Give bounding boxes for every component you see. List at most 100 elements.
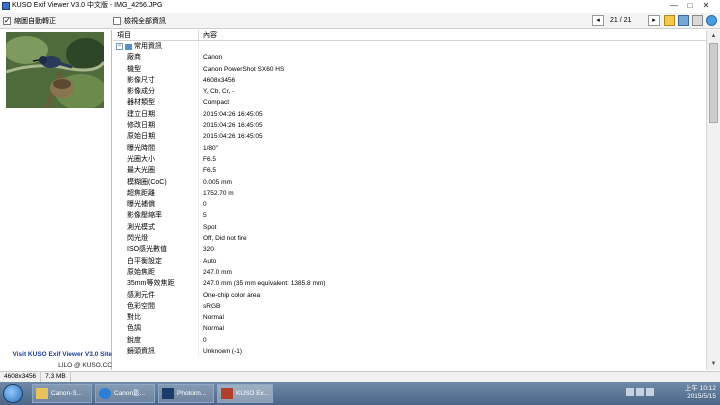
show-all-info-checkbox[interactable]: 檢視全部資訊 — [113, 16, 166, 26]
taskbar-item-kuso[interactable]: KUSO Ex... — [217, 384, 273, 403]
previous-image-button[interactable]: ◂ — [592, 15, 604, 26]
table-row[interactable]: 最大光圈 F6.5 — [113, 165, 706, 177]
row-item-label: 超焦距離 — [113, 187, 199, 200]
row-item-label: 最大光圈 — [113, 165, 199, 177]
exif-table: 項目 內容 − 常用資訊 廠商 Canon 機型 Canon PowerShot SX… — [113, 30, 706, 370]
row-item-label: 機型 — [113, 63, 199, 75]
image-thumbnail[interactable] — [6, 32, 104, 108]
maximize-button[interactable]: □ — [684, 0, 696, 11]
table-row[interactable]: 曝光時間 1/80" — [113, 142, 706, 154]
table-row[interactable]: 原始焦距 247.0 mm — [113, 266, 706, 279]
row-item-label: 影像尺寸 — [113, 74, 199, 87]
site-link[interactable]: Visit KUSO Exif Viewer V3.0 Site — [4, 351, 112, 358]
row-item-label: 銳度 — [113, 334, 199, 347]
table-row[interactable]: 色彩空間 sRGB — [113, 300, 706, 313]
table-header: 項目 內容 — [113, 30, 706, 41]
vertical-scrollbar[interactable]: ▲ ▼ — [706, 30, 720, 370]
row-item-label: 35mm等效焦距 — [113, 278, 199, 290]
taskbar-item-photoimpact[interactable]: Photoim... — [158, 384, 214, 403]
credit-text: LILO @ KUSO.CC — [58, 362, 112, 369]
tray-icon[interactable] — [626, 388, 634, 396]
folder-icon — [36, 388, 48, 399]
collapse-icon[interactable]: − — [116, 43, 123, 51]
row-item-value: Off, Did not fire — [203, 235, 247, 243]
auto-rotate-checkbox[interactable]: 縮圖自動轉正 — [3, 16, 56, 26]
table-row[interactable]: 白平衡設定 Auto — [113, 255, 706, 267]
open-folder-icon[interactable] — [664, 15, 675, 26]
row-item-value: Canon — [203, 54, 223, 62]
table-row[interactable]: 影像成分 Y, Cb, Cr, - — [113, 86, 706, 98]
table-row[interactable]: 原始日期 2015:04:26 16:45:05 — [113, 131, 706, 143]
row-item-value: 1752.70 m — [203, 189, 234, 197]
column-header-item[interactable]: 項目 — [113, 30, 199, 40]
taskbar-item-browser[interactable]: Canon影... — [95, 384, 155, 403]
settings-icon[interactable] — [692, 15, 703, 26]
scroll-down-icon[interactable]: ▼ — [707, 358, 720, 370]
table-row[interactable]: 超焦距離 1752.70 m — [113, 187, 706, 200]
table-row[interactable]: 感測元件 One-chip color area — [113, 289, 706, 301]
checkbox-checked-icon[interactable] — [3, 16, 11, 25]
group-row[interactable]: − 常用資訊 — [113, 41, 706, 53]
row-item-label: 建立日期 — [113, 108, 199, 121]
table-row[interactable]: 建立日期 2015:04:26 16:45:05 — [113, 108, 706, 121]
table-row[interactable]: 修改日期 2015:04:26 16:45:05 — [113, 120, 706, 132]
status-bar: 4608x3456 7.3 MB — [0, 371, 720, 382]
column-header-content[interactable]: 內容 — [199, 30, 706, 40]
row-item-value: 320 — [203, 246, 214, 254]
table-row[interactable]: 銳度 0 — [113, 334, 706, 347]
status-dimensions: 4608x3456 — [0, 372, 42, 382]
row-item-label: 修改日期 — [113, 120, 199, 132]
table-row[interactable]: 色調 Normal — [113, 323, 706, 335]
row-item-label: 廠商 — [113, 52, 199, 64]
table-row[interactable]: ISO感光數值 320 — [113, 244, 706, 256]
table-row[interactable]: 器材類型 Compact — [113, 97, 706, 109]
table-row[interactable]: 影像壓縮率 5 — [113, 210, 706, 222]
row-item-value: Unknown (-1) — [203, 348, 243, 356]
row-item-value: 0 — [203, 201, 207, 209]
row-item-label: 白平衡設定 — [113, 255, 199, 267]
minimize-button[interactable]: — — [668, 0, 680, 11]
table-row[interactable]: 35mm等效焦距 247.0 mm (35 mm equivalent: 1385… — [113, 278, 706, 290]
tray-icon[interactable] — [636, 388, 644, 396]
close-button[interactable]: ✕ — [700, 0, 712, 11]
auto-rotate-label: 縮圖自動轉正 — [14, 18, 56, 25]
table-row[interactable]: 對比 Normal — [113, 312, 706, 324]
show-all-info-label: 檢視全部資訊 — [124, 18, 166, 25]
row-item-value: Y, Cb, Cr, - — [203, 88, 235, 96]
row-item-value: 2015:04:26 16:45:05 — [203, 110, 263, 118]
group-label: 常用資訊 — [134, 43, 162, 50]
table-row[interactable]: 曝光補償 0 — [113, 199, 706, 211]
row-item-value: 247.0 mm — [203, 268, 232, 276]
row-item-label: 原始焦距 — [113, 266, 199, 279]
save-icon[interactable] — [678, 15, 689, 26]
row-item-value: Compact — [203, 99, 230, 107]
checkbox-unchecked-icon[interactable] — [113, 17, 121, 25]
scroll-thumb[interactable] — [709, 43, 718, 123]
row-item-value: sRGB — [203, 302, 221, 310]
row-item-label: 原始日期 — [113, 131, 199, 143]
taskbar-clock[interactable]: 上午 10:12 2015/5/15 — [668, 385, 716, 401]
volume-icon[interactable] — [646, 388, 654, 396]
table-row[interactable]: 測光模式 Spot — [113, 221, 706, 234]
clock-date: 2015/5/15 — [687, 393, 716, 400]
row-item-value: One-chip color area — [203, 291, 261, 299]
start-button[interactable] — [3, 384, 23, 403]
table-row[interactable]: 影像尺寸 4608x3456 — [113, 74, 706, 87]
scroll-up-icon[interactable]: ▲ — [707, 30, 720, 42]
row-item-label: 對比 — [113, 312, 199, 324]
row-item-label: 感測元件 — [113, 289, 199, 301]
row-item-value: F6.5 — [203, 167, 217, 175]
row-item-label: 色調 — [113, 323, 199, 335]
table-row[interactable]: 機型 Canon PowerShot SX60 HS — [113, 63, 706, 75]
app-icon — [2, 2, 10, 10]
table-row[interactable]: 光圈大小 F6.5 — [113, 153, 706, 166]
table-row[interactable]: 模糊圈(CoC) 0.005 mm — [113, 176, 706, 188]
table-row[interactable]: 閃光燈 Off, Did not fire — [113, 233, 706, 245]
taskbar-item-explorer[interactable]: Canon-S... — [32, 384, 92, 403]
table-row[interactable]: 鏡頭資訊 Unknown (-1) — [113, 346, 706, 358]
row-item-value: 0 — [203, 336, 207, 344]
next-image-button[interactable]: ▸ — [648, 15, 660, 26]
about-icon[interactable] — [706, 15, 717, 26]
row-item-label: 曝光補償 — [113, 199, 199, 211]
table-row[interactable]: 廠商 Canon — [113, 52, 706, 64]
